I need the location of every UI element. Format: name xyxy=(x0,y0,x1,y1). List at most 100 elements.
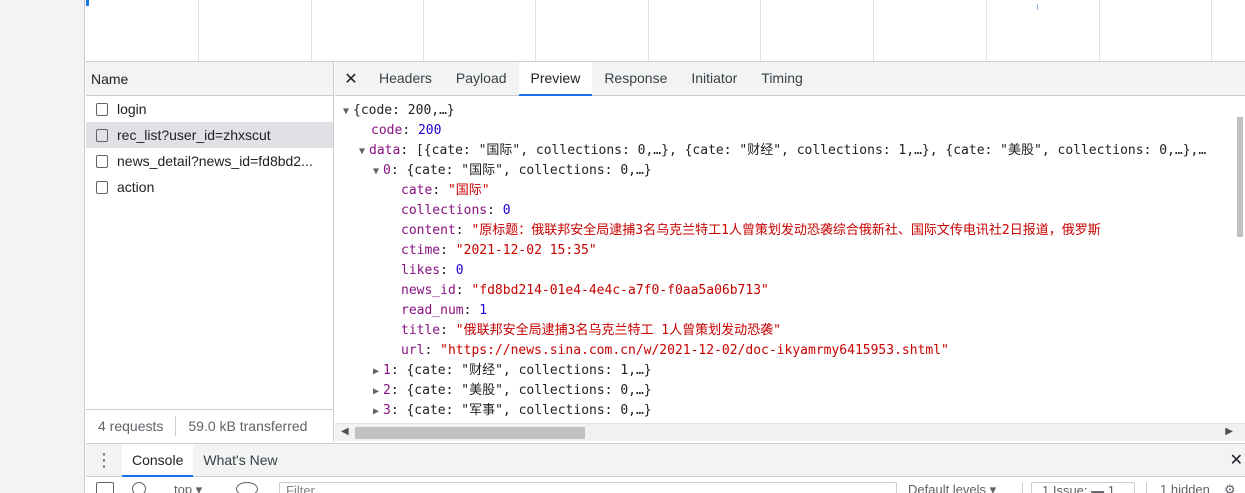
eye-icon[interactable] xyxy=(236,482,258,493)
close-icon[interactable]: ✕ xyxy=(1230,444,1243,477)
collapsed-triangle-icon[interactable]: ▶ xyxy=(373,362,383,382)
json-key: news_id xyxy=(401,283,456,298)
json-property: content: "原标题：俄联邦安全局逮捕3名乌克兰特工1人曾策划发动恐袭综合… xyxy=(401,223,1101,238)
request-row[interactable]: action xyxy=(86,174,333,200)
json-summary: [{cate: "国际", collections: 0,…}, {cate: … xyxy=(415,143,1207,158)
request-count: 4 requests xyxy=(98,418,164,434)
scroll-right-arrow-icon[interactable]: ▶ xyxy=(1225,426,1233,437)
json-property: read_num: 1 xyxy=(401,303,488,318)
console-toolbar: top ▾ Filter Default levels ▾ 1 Issue: ▬… xyxy=(86,478,1245,493)
json-value: "国际" xyxy=(447,183,490,198)
json-key: cate xyxy=(401,183,433,198)
json-summary: {cate: "美股", collections: 0,…} xyxy=(406,383,652,398)
json-array-item[interactable]: ▶ 1: {cate: "财经", collections: 1,…} xyxy=(373,361,652,381)
divider xyxy=(1146,482,1147,493)
json-property: cate: "国际" xyxy=(401,183,490,198)
timeline-gridline xyxy=(760,0,761,61)
tab-preview[interactable]: Preview xyxy=(518,62,593,96)
request-name: login xyxy=(117,101,147,117)
request-detail-panel: ✕ Headers Payload Preview Response Initi… xyxy=(335,62,1245,442)
hidden-count: 1 hidden xyxy=(1160,482,1210,493)
horizontal-scrollbar[interactable]: ◀ ▶ xyxy=(335,423,1245,441)
json-value: 1 xyxy=(479,303,488,318)
request-row[interactable]: rec_list?user_id=zhxscut xyxy=(86,122,333,148)
scroll-left-arrow-icon[interactable]: ◀ xyxy=(341,426,349,437)
timeline-request-bar xyxy=(1037,4,1038,10)
network-overview-timeline[interactable] xyxy=(86,0,1245,62)
json-key: title xyxy=(401,323,441,338)
json-key: url xyxy=(401,343,425,358)
json-summary: {cate: "财经", collections: 1,…} xyxy=(406,363,652,378)
collapsed-triangle-icon[interactable]: ▶ xyxy=(373,402,383,422)
json-property: ctime: "2021-12-02 15:35" xyxy=(401,243,597,258)
close-icon[interactable]: ✕ xyxy=(335,62,367,95)
json-property: code: 200 xyxy=(371,123,442,138)
json-summary: {code: 200,…} xyxy=(353,103,455,118)
settings-gear-icon[interactable]: ⚙ xyxy=(1224,482,1236,493)
timeline-gridline xyxy=(311,0,312,61)
filter-input[interactable]: Filter xyxy=(279,482,897,493)
request-name: rec_list?user_id=zhxscut xyxy=(117,127,271,143)
sidebar-toggle-icon[interactable] xyxy=(96,482,114,493)
tab-timing[interactable]: Timing xyxy=(749,62,815,95)
json-value: 0 xyxy=(455,263,464,278)
json-array-item[interactable]: ▶ 2: {cate: "美股", collections: 0,…} xyxy=(373,381,652,401)
request-name: action xyxy=(117,179,155,195)
json-key: collections xyxy=(401,203,488,218)
json-value: "fd8bd214-01e4-4e4c-a7f0-f0aa5a06b713" xyxy=(471,283,769,298)
timeline-gridline xyxy=(648,0,649,61)
json-summary: {cate: "军事", collections: 0,…} xyxy=(406,403,652,418)
more-options-icon[interactable]: ⋮ xyxy=(86,444,122,476)
tab-initiator[interactable]: Initiator xyxy=(679,62,749,95)
network-summary-bar: 4 requests 59.0 kB transferred xyxy=(86,409,333,442)
json-array-item[interactable]: ▼ 0: {cate: "国际", collections: 0,…} xyxy=(373,161,652,181)
expanded-triangle-icon[interactable]: ▼ xyxy=(343,102,353,122)
json-key: likes xyxy=(401,263,441,278)
context-selector[interactable]: top ▾ xyxy=(174,482,202,493)
json-key: 2 xyxy=(383,383,391,398)
json-summary: {cate: "国际", collections: 0,…} xyxy=(406,163,652,178)
drawer-tab-bar: ⋮ Console What's New ✕ xyxy=(86,443,1245,477)
tab-console[interactable]: Console xyxy=(122,444,194,477)
request-row[interactable]: news_detail?news_id=fd8bd2... xyxy=(86,148,333,174)
json-value: 0 xyxy=(502,203,511,218)
timeline-gridline xyxy=(1211,0,1212,61)
json-property: collections: 0 xyxy=(401,203,511,218)
json-data-node[interactable]: ▼ data: [{cate: "国际", collections: 0,…}, … xyxy=(359,141,1206,161)
request-checkbox xyxy=(96,180,108,194)
request-checkbox xyxy=(96,128,108,142)
request-name: news_detail?news_id=fd8bd2... xyxy=(117,153,313,169)
timeline-gridline xyxy=(873,0,874,61)
request-row[interactable]: login xyxy=(86,96,333,122)
json-array-item[interactable]: ▶ 3: {cate: "军事", collections: 0,…} xyxy=(373,401,652,421)
timeline-gridline xyxy=(986,0,987,61)
scrollbar-thumb[interactable] xyxy=(1237,117,1243,237)
transferred-size: 59.0 kB transferred xyxy=(188,418,308,434)
request-checkbox xyxy=(96,154,108,168)
collapsed-triangle-icon[interactable]: ▶ xyxy=(373,382,383,402)
expanded-triangle-icon[interactable]: ▼ xyxy=(373,162,383,182)
json-root-node[interactable]: ▼ {code: 200,…} xyxy=(343,101,455,121)
log-levels-dropdown[interactable]: Default levels ▾ xyxy=(908,482,996,493)
timeline-gridline xyxy=(198,0,199,61)
json-key: ctime xyxy=(401,243,441,258)
clear-console-icon[interactable] xyxy=(132,482,146,493)
scrollbar-thumb[interactable] xyxy=(355,427,585,439)
json-value: "2021-12-02 15:35" xyxy=(455,243,597,258)
json-property: news_id: "fd8bd214-01e4-4e4c-a7f0-f0aa5a… xyxy=(401,283,769,298)
tab-response[interactable]: Response xyxy=(592,62,679,95)
json-key: read_num xyxy=(401,303,464,318)
json-property: url: "https://news.sina.com.cn/w/2021-12… xyxy=(401,343,949,358)
issues-label: 1 Issue: ▬ 1 xyxy=(1042,483,1115,493)
vertical-scrollbar[interactable] xyxy=(1237,97,1245,297)
tab-headers[interactable]: Headers xyxy=(367,62,444,95)
json-preview-tree: ▼ {code: 200,…} code: 200 ▼ data: [{cate: … xyxy=(335,97,1245,423)
json-key: data xyxy=(369,143,401,158)
json-key: 1 xyxy=(383,363,391,378)
tab-payload[interactable]: Payload xyxy=(444,62,519,95)
expanded-triangle-icon[interactable]: ▼ xyxy=(359,142,369,162)
tab-whats-new[interactable]: What's New xyxy=(193,444,287,476)
json-property: title: "俄联邦安全局逮捕3名乌克兰特工 1人曾策划发动恐袭" xyxy=(401,323,781,338)
issues-button[interactable]: 1 Issue: ▬ 1 xyxy=(1031,482,1135,493)
request-list-header[interactable]: Name xyxy=(86,62,333,96)
